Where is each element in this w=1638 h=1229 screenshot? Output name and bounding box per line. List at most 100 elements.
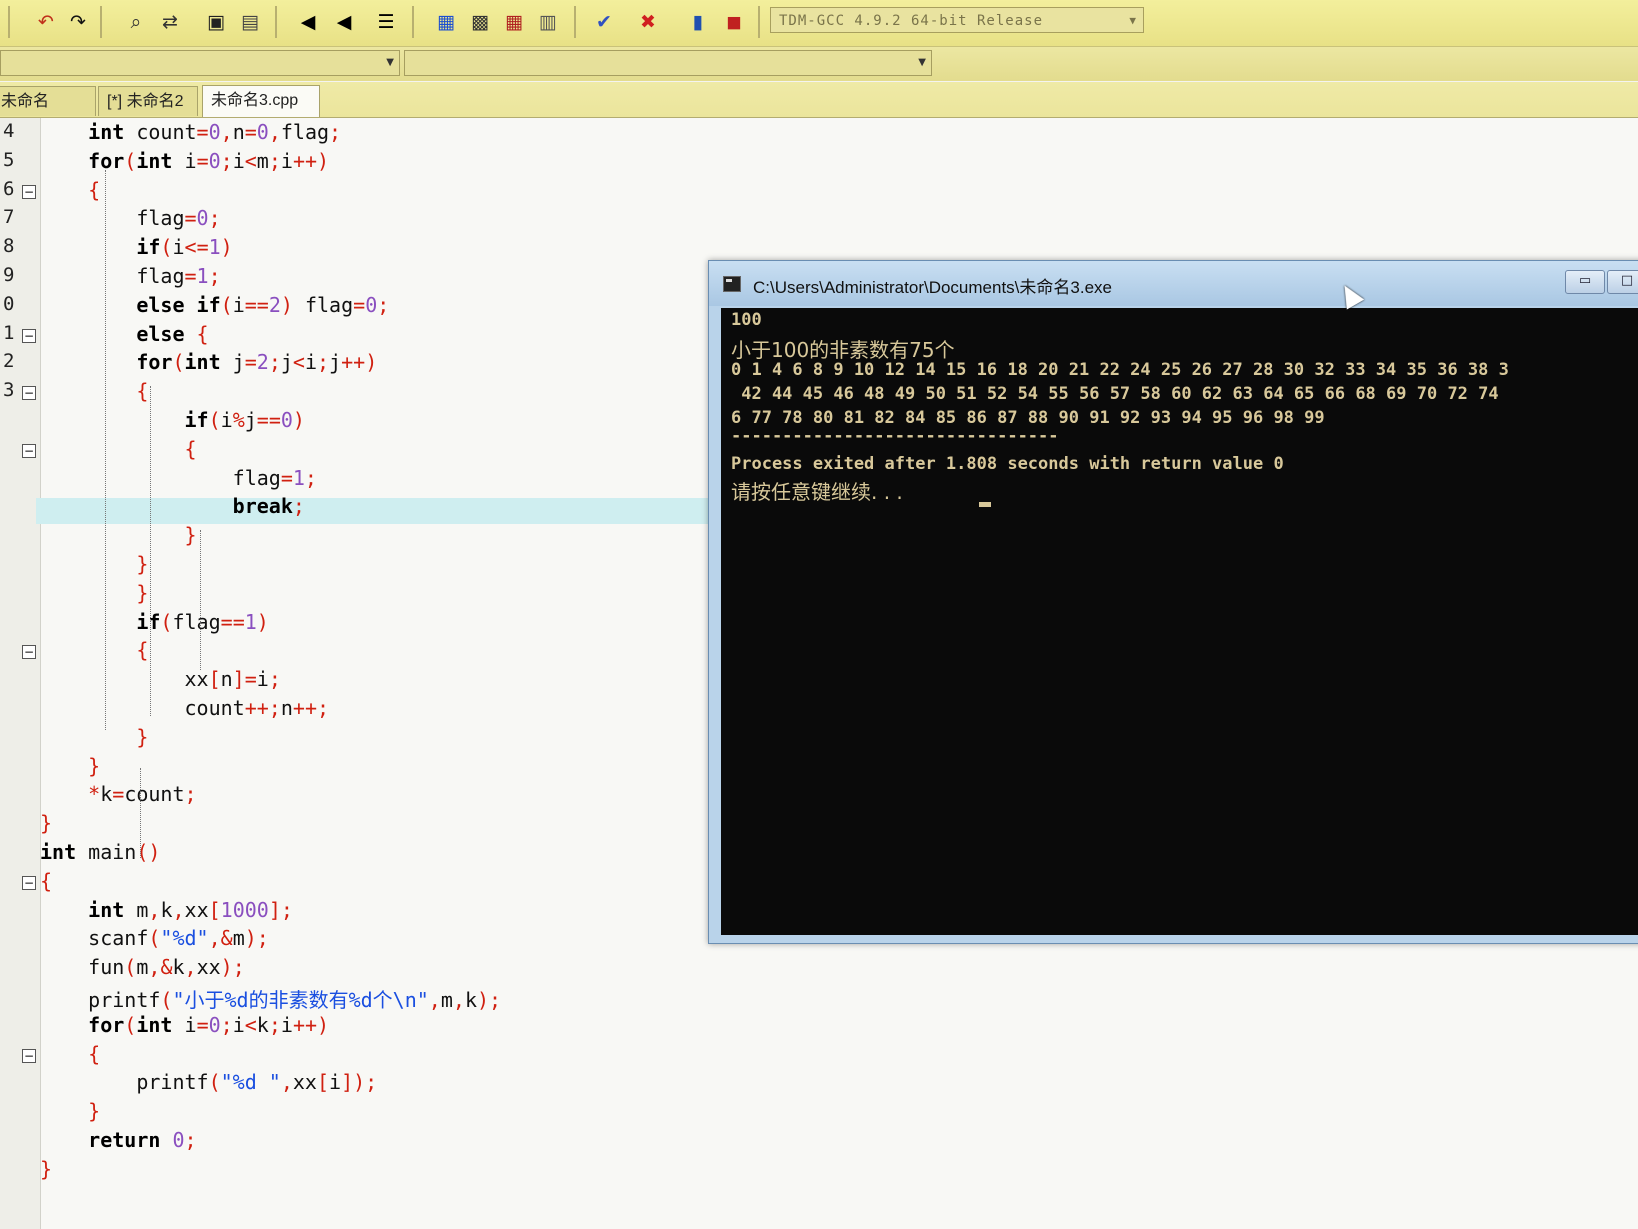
compiler-select-value: TDM-GCC 4.9.2 64-bit Release (779, 13, 1044, 29)
code-line[interactable]: { (40, 869, 52, 893)
code-line[interactable]: else { (40, 322, 208, 346)
scope-combo[interactable]: ▼ (0, 50, 400, 76)
tab-file-2[interactable]: [*] 未命名2 (98, 86, 198, 116)
chevron-down-icon: ▼ (386, 57, 394, 68)
line-number: 2 (3, 350, 15, 373)
code-line[interactable]: for(int j=2;j<i;j++) (40, 350, 377, 374)
code-line[interactable]: else if(i==2) flag=0; (40, 293, 389, 317)
check-icon[interactable]: ✔ (592, 10, 616, 34)
undo-icon[interactable]: ↶ (34, 10, 58, 34)
console-title-bar[interactable]: C:\Users\Administrator\Documents\未命名3.ex… (709, 261, 1638, 306)
code-line[interactable]: } (40, 581, 148, 605)
toggle-comment-icon[interactable]: ☰ (374, 10, 398, 34)
code-line[interactable]: printf("小于%d的非素数有%d个\n",m,k); (40, 984, 501, 1013)
fold-toggle-icon[interactable]: − (22, 184, 36, 199)
code-line[interactable]: fun(m,&k,xx); (40, 955, 245, 979)
code-line[interactable]: flag=1; (40, 466, 317, 490)
chart-icon[interactable]: ▮ (686, 10, 710, 34)
chevron-down-icon: ▼ (918, 57, 926, 68)
code-line[interactable]: return 0; (40, 1128, 196, 1152)
code-line[interactable]: for(int i=0;i<k;i++) (40, 1013, 329, 1037)
line-number-gutter: 4 5 6 7 8 9 0 1 2 3− − − − − − − (0, 118, 41, 1229)
code-line[interactable]: } (40, 1099, 100, 1123)
code-line[interactable]: { (40, 379, 148, 403)
code-line[interactable]: } (40, 811, 52, 835)
code-line[interactable]: if(flag==1) (40, 610, 269, 634)
code-line[interactable]: int main() (40, 840, 160, 864)
toolbar-separator (8, 6, 10, 38)
save-all-icon[interactable]: ▤ (238, 10, 262, 34)
console-line: 小于100的非素数有75个 (731, 338, 955, 362)
code-line[interactable]: count++;n++; (40, 696, 329, 720)
console-line: 0 1 4 6 8 9 10 12 14 15 16 18 20 21 22 2… (731, 360, 1509, 380)
profile-icon[interactable]: ◼ (722, 10, 746, 34)
code-line[interactable]: if(i%j==0) (40, 408, 305, 432)
indent-guide (140, 768, 141, 858)
unindent-icon[interactable]: ◀ (332, 10, 356, 34)
redo-icon[interactable]: ↷ (66, 10, 90, 34)
fold-toggle-icon[interactable]: − (22, 386, 36, 401)
line-number: 5 (3, 148, 15, 171)
code-line[interactable]: } (40, 1157, 52, 1181)
code-line[interactable]: break; (40, 494, 305, 518)
compiler-select[interactable]: TDM-GCC 4.9.2 64-bit Release ▼ (770, 7, 1144, 33)
code-line[interactable]: { (40, 178, 100, 202)
indent-icon[interactable]: ◀ (296, 10, 320, 34)
tab-file-1[interactable]: 未命名1.cpp (0, 86, 96, 140)
fold-toggle-icon[interactable]: − (22, 875, 36, 890)
code-line[interactable]: flag=0; (40, 206, 220, 230)
code-line[interactable]: int m,k,xx[1000]; (40, 898, 293, 922)
console-line: 6 77 78 80 81 82 84 85 86 87 88 90 91 92… (731, 408, 1325, 428)
code-line[interactable]: xx[n]=i; (40, 667, 280, 691)
line-number: 3 (3, 379, 15, 402)
console-window[interactable]: C:\Users\Administrator\Documents\未命名3.ex… (708, 260, 1638, 944)
code-line[interactable]: scanf("%d",&m); (40, 926, 269, 950)
indent-guide (105, 170, 106, 730)
tab-file-3[interactable]: 未命名3.cpp (202, 85, 320, 117)
fold-toggle-icon[interactable]: − (22, 328, 36, 343)
fold-toggle-icon[interactable]: − (22, 1048, 36, 1063)
toolbar-separator (412, 6, 414, 38)
console-line: 100 (731, 310, 762, 330)
code-line[interactable]: flag=1; (40, 264, 220, 288)
console-output[interactable]: 100 小于100的非素数有75个 0 1 4 6 8 9 10 12 14 15 … (721, 308, 1638, 935)
indent-guide (150, 386, 151, 716)
code-line[interactable]: { (40, 1042, 100, 1066)
grid-icon[interactable]: ▩ (468, 10, 492, 34)
maximize-button[interactable]: □ (1607, 270, 1638, 294)
code-line[interactable]: printf("%d ",xx[i]); (40, 1070, 377, 1094)
layout-icon[interactable]: ▥ (536, 10, 560, 34)
console-line: Process exited after 1.808 seconds with … (731, 454, 1284, 474)
line-number: 1 (3, 321, 15, 344)
code-line[interactable]: } (40, 725, 148, 749)
function-combo[interactable]: ▼ (404, 50, 932, 76)
fold-toggle-icon[interactable]: − (22, 645, 36, 660)
line-number: 7 (3, 206, 15, 229)
minimize-button[interactable]: ▭ (1565, 270, 1605, 294)
code-line[interactable]: } (40, 552, 148, 576)
code-line[interactable]: int count=0,n=0,flag; (40, 120, 341, 144)
chevron-down-icon: ▼ (1129, 14, 1137, 27)
code-line[interactable]: *k=count; (40, 782, 196, 806)
code-line[interactable]: } (40, 754, 100, 778)
line-number: 8 (3, 235, 15, 258)
toolbar-separator (574, 6, 576, 38)
fold-toggle-icon[interactable]: − (22, 443, 36, 458)
new-grid-icon[interactable]: ▦ (434, 10, 458, 34)
code-line[interactable]: } (40, 523, 197, 547)
console-cursor (979, 502, 991, 507)
color-grid-icon[interactable]: ▦ (502, 10, 526, 34)
code-line[interactable]: if(i<=1) (40, 235, 232, 259)
code-line[interactable]: for(int i=0;i<m;i++) (40, 149, 329, 173)
line-number: 9 (3, 264, 15, 286)
toolbar-separator (275, 6, 277, 38)
console-app-icon (723, 276, 741, 292)
line-number: 4 (3, 120, 15, 142)
save-icon[interactable]: ▣ (204, 10, 228, 34)
replace-icon[interactable]: ⇄ (158, 10, 182, 34)
code-line[interactable]: { (40, 437, 197, 461)
close-red-icon[interactable]: ✖ (636, 10, 660, 34)
console-line: -------------------------------- (731, 426, 1059, 446)
find-icon[interactable]: ⌕ (124, 10, 148, 34)
code-line[interactable]: { (40, 638, 148, 662)
